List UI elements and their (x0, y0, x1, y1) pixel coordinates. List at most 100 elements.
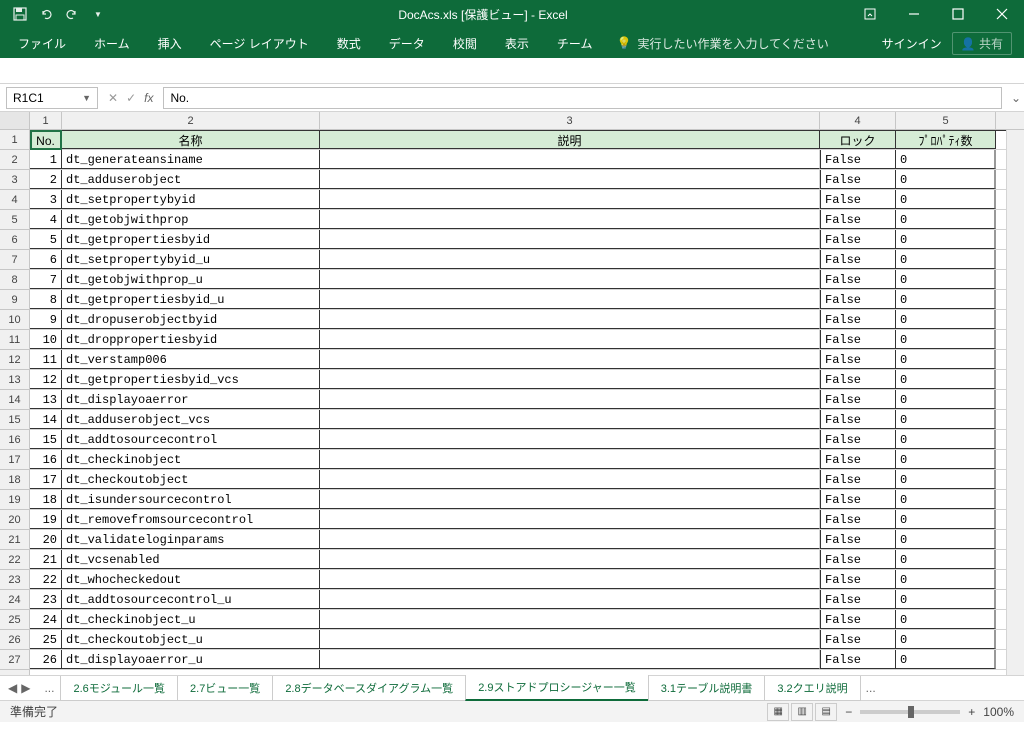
cell[interactable]: False (820, 350, 896, 369)
cell[interactable]: False (820, 430, 896, 449)
cell[interactable]: False (820, 290, 896, 309)
row-header[interactable]: 27 (0, 650, 29, 670)
cell[interactable]: False (820, 250, 896, 269)
cell[interactable] (320, 490, 820, 509)
cell[interactable] (320, 350, 820, 369)
cell[interactable]: False (820, 490, 896, 509)
cell[interactable]: 16 (30, 450, 62, 469)
cell[interactable] (320, 230, 820, 249)
row-header[interactable]: 26 (0, 630, 29, 650)
signin-link[interactable]: サインイン (882, 35, 942, 52)
cell[interactable]: 0 (896, 330, 996, 349)
row-header[interactable]: 11 (0, 330, 29, 350)
cell[interactable]: 0 (896, 630, 996, 649)
cell[interactable]: 9 (30, 310, 62, 329)
tab-review[interactable]: 校閲 (439, 28, 491, 58)
tab-team[interactable]: チーム (543, 28, 607, 58)
tab-formulas[interactable]: 数式 (323, 28, 375, 58)
sheet-tab-active[interactable]: 2.9ストアドプロシージャー一覧 (465, 675, 649, 701)
row-header[interactable]: 18 (0, 470, 29, 490)
cell[interactable] (320, 590, 820, 609)
cell[interactable] (320, 150, 820, 169)
cell[interactable]: False (820, 510, 896, 529)
cell[interactable]: dt_addtosourcecontrol_u (62, 590, 320, 609)
cell[interactable]: False (820, 170, 896, 189)
cell[interactable]: False (820, 330, 896, 349)
cell[interactable]: 26 (30, 650, 62, 669)
cell[interactable] (320, 410, 820, 429)
row-header[interactable]: 21 (0, 530, 29, 550)
row-header[interactable]: 5 (0, 210, 29, 230)
close-button[interactable] (980, 0, 1024, 28)
zoom-slider[interactable] (860, 710, 960, 714)
tab-view[interactable]: 表示 (491, 28, 543, 58)
cell[interactable]: dt_validateloginparams (62, 530, 320, 549)
cell[interactable]: 25 (30, 630, 62, 649)
share-button[interactable]: 👤 共有 (952, 32, 1012, 55)
table-header-cell[interactable]: No. (30, 131, 62, 149)
cell[interactable]: False (820, 370, 896, 389)
cell[interactable]: 20 (30, 530, 62, 549)
row-header[interactable]: 3 (0, 170, 29, 190)
tab-data[interactable]: データ (375, 28, 439, 58)
qat-customize-button[interactable]: ▼ (86, 2, 110, 26)
cell[interactable]: 2 (30, 170, 62, 189)
cell[interactable]: False (820, 450, 896, 469)
cell[interactable] (320, 570, 820, 589)
cell[interactable]: False (820, 470, 896, 489)
cell[interactable] (320, 370, 820, 389)
row-header[interactable]: 8 (0, 270, 29, 290)
cell[interactable]: dt_dropuserobjectbyid (62, 310, 320, 329)
cell[interactable]: 1 (30, 150, 62, 169)
cell[interactable]: 0 (896, 150, 996, 169)
formula-input[interactable]: No. (163, 87, 1002, 109)
cell[interactable]: 10 (30, 330, 62, 349)
cell[interactable]: dt_getobjwithprop (62, 210, 320, 229)
cell[interactable] (320, 610, 820, 629)
cell[interactable]: 21 (30, 550, 62, 569)
cell[interactable]: 0 (896, 550, 996, 569)
cell[interactable]: False (820, 270, 896, 289)
cell[interactable]: False (820, 310, 896, 329)
cell[interactable] (320, 190, 820, 209)
save-button[interactable] (8, 2, 32, 26)
cell[interactable] (320, 330, 820, 349)
cell[interactable]: dt_checkoutobject_u (62, 630, 320, 649)
row-header[interactable]: 10 (0, 310, 29, 330)
cell[interactable] (320, 390, 820, 409)
cell[interactable]: dt_getpropertiesbyid_vcs (62, 370, 320, 389)
redo-button[interactable] (60, 2, 84, 26)
cell[interactable]: 15 (30, 430, 62, 449)
cell[interactable]: 0 (896, 290, 996, 309)
cell[interactable] (320, 290, 820, 309)
cell[interactable]: dt_displayoaerror_u (62, 650, 320, 669)
select-all-corner[interactable] (0, 112, 30, 129)
enter-formula-icon[interactable]: ✓ (126, 91, 136, 105)
ribbon-options-button[interactable] (848, 0, 892, 28)
cancel-formula-icon[interactable]: ✕ (108, 91, 118, 105)
cell[interactable]: 19 (30, 510, 62, 529)
cell[interactable]: 0 (896, 370, 996, 389)
cell[interactable] (320, 510, 820, 529)
cell[interactable]: False (820, 610, 896, 629)
page-layout-view-button[interactable]: ▥ (791, 703, 813, 721)
normal-view-button[interactable]: ▦ (767, 703, 789, 721)
cell[interactable]: False (820, 390, 896, 409)
cell[interactable]: False (820, 570, 896, 589)
cell[interactable]: dt_setpropertybyid_u (62, 250, 320, 269)
cell[interactable]: 12 (30, 370, 62, 389)
cell[interactable]: 18 (30, 490, 62, 509)
row-header[interactable]: 22 (0, 550, 29, 570)
cell[interactable]: 0 (896, 170, 996, 189)
cell[interactable]: 0 (896, 490, 996, 509)
cell[interactable]: 0 (896, 650, 996, 669)
row-header[interactable]: 12 (0, 350, 29, 370)
minimize-button[interactable] (892, 0, 936, 28)
table-header-cell[interactable]: ロック (820, 131, 896, 149)
cell[interactable]: False (820, 190, 896, 209)
tab-pagelayout[interactable]: ページ レイアウト (196, 28, 323, 58)
cell[interactable]: 8 (30, 290, 62, 309)
cell[interactable]: dt_getobjwithprop_u (62, 270, 320, 289)
tab-nav-buttons[interactable]: ◀ ▶ (0, 681, 38, 695)
tab-home[interactable]: ホーム (80, 28, 144, 58)
